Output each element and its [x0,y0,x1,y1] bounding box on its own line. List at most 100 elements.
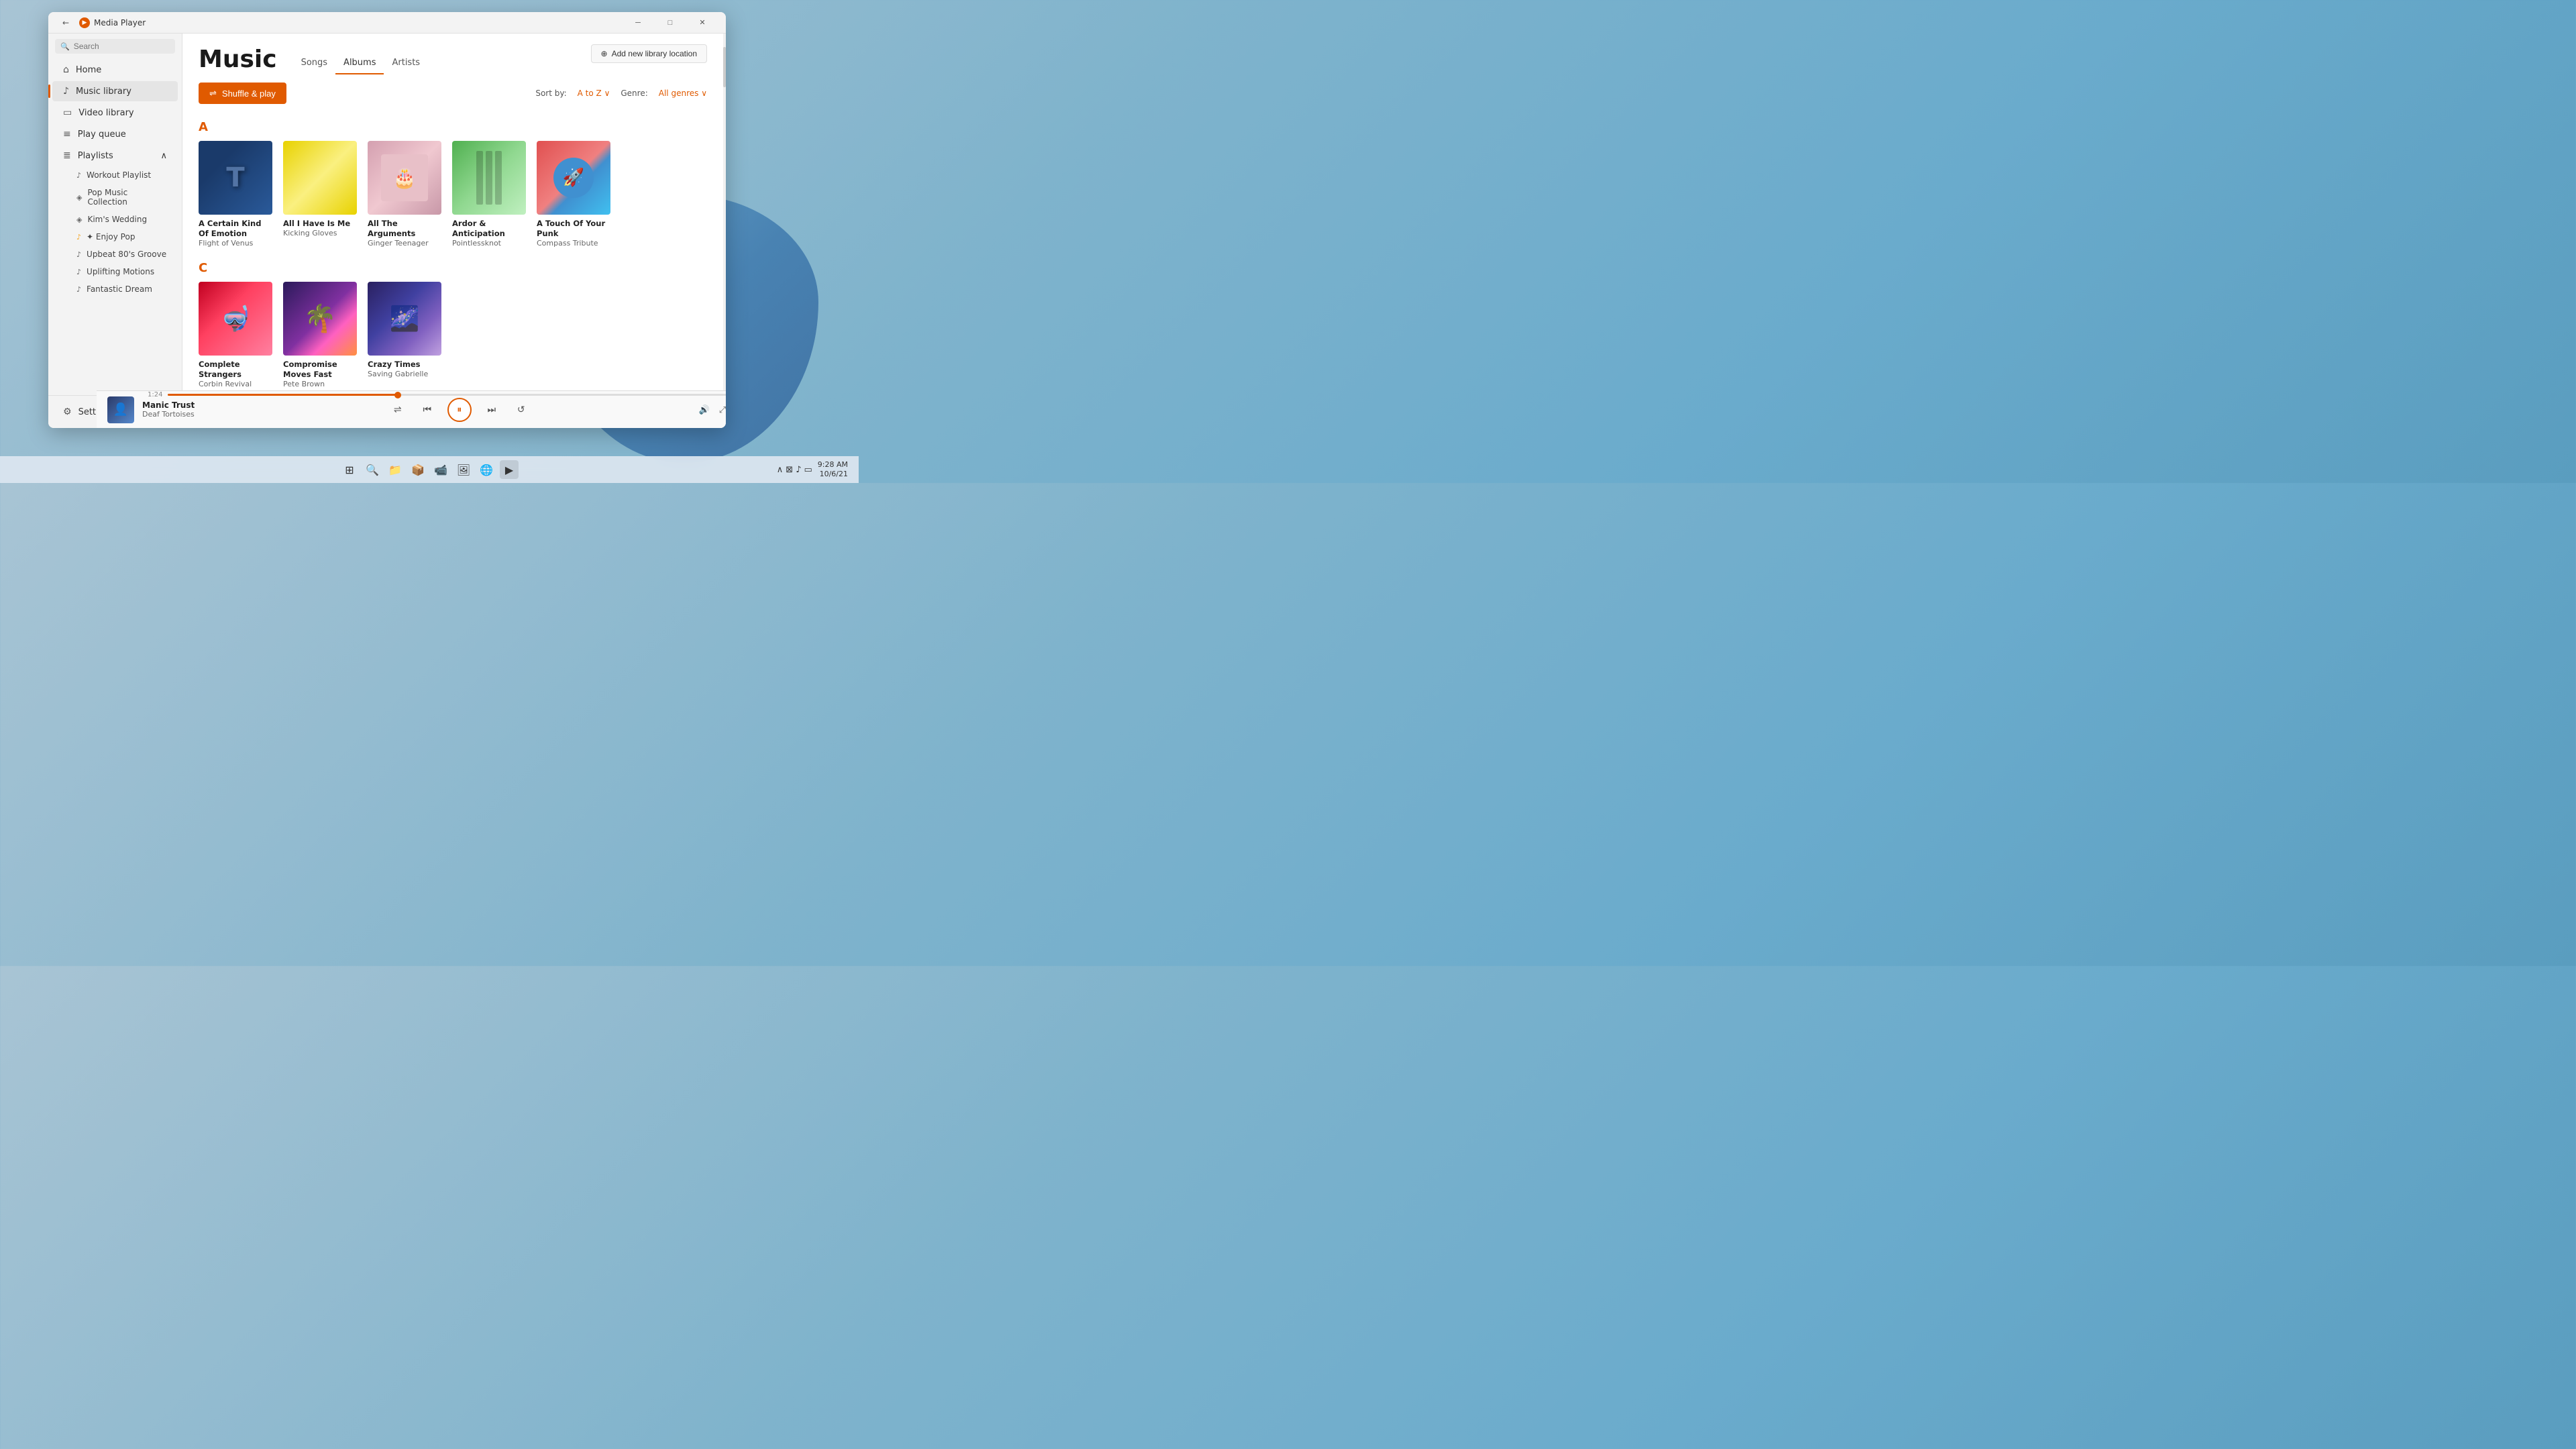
taskbar-files-button[interactable]: 📁 [386,460,405,479]
main-content: Music Songs Albums Artists ⊕ [182,34,723,428]
album-artist-all-i-have: Kicking Gloves [283,229,357,237]
now-playing-art: 👤 [107,396,134,423]
taskbar-date-display: 10/6/21 [818,470,848,479]
battery-icon[interactable]: ▭ [804,465,812,475]
music-icon: ♪ [63,86,69,97]
playlist-item-pop-music[interactable]: ◈ Pop Music Collection [52,184,178,210]
sidebar-item-home[interactable]: ⌂ Home [52,60,178,80]
album-ardor-anticipation[interactable]: Ardor & Anticipation Pointlessknot [452,141,526,248]
expand-button[interactable]: ⤢ [716,402,726,418]
search-input[interactable] [74,42,178,51]
album-thumb-all-the-arguments: 🎂 [368,141,441,215]
taskbar-clock[interactable]: 9:28 AM 10/6/21 [818,460,848,480]
playlists-section-header[interactable]: ≣ Playlists ∧ [52,146,178,166]
taskbar-media-button[interactable]: ▶ [500,460,519,479]
right-scrollbar[interactable] [723,34,726,428]
taskbar-time-display: 9:28 AM [818,460,848,470]
app-icon: ▶ [79,17,90,28]
volume-icon[interactable]: ♪ [796,465,801,475]
repeat-button[interactable]: ↺ [512,400,531,419]
album-a-certain-kind[interactable]: T A Certain Kind Of Emotion Flight of Ve… [199,141,272,248]
taskbar-photos-button[interactable]: 🖼 [454,460,473,479]
playlist-item-uplifting-motions[interactable]: ♪ Uplifting Motions [52,264,178,280]
play-pause-button[interactable]: ⏸ [447,398,472,422]
album-all-i-have[interactable]: All I Have Is Me Kicking Gloves [283,141,357,248]
shuffle-play-button[interactable]: ⇌ Shuffle & play [199,83,286,104]
taskbar-start-button[interactable]: ⊞ [340,460,359,479]
album-complete-strangers[interactable]: 🤿 Complete Strangers Corbin Revival [199,282,272,388]
scrollbar-thumb[interactable] [723,47,726,87]
playlist-item-workout[interactable]: ♪ Workout Playlist [52,167,178,183]
title-area: Music Songs Albums Artists [199,44,428,74]
maximize-button[interactable]: □ [655,12,686,34]
shuffle-button[interactable]: ⇌ [388,400,407,419]
sort-value-button[interactable]: A to Z ∨ [578,89,610,98]
section-a-letter: A [199,120,707,134]
add-library-button[interactable]: ⊕ Add new library location [591,44,707,63]
search-icon: 🔍 [60,42,70,51]
sort-label: Sort by: [535,89,566,98]
album-thumb-a-certain-kind: T [199,141,272,215]
taskbar-edge-button[interactable]: 🌐 [477,460,496,479]
controls-bar: ⇌ Shuffle & play Sort by: A to Z ∨ Genre… [182,74,723,112]
search-box[interactable]: 🔍 [55,39,175,54]
playlists-icon: ≣ [63,150,71,161]
tray-expand-icon[interactable]: ∧ [777,465,784,475]
wifi-icon[interactable]: ⊠ [786,465,793,475]
sidebar-item-music-library[interactable]: ♪ Music library [52,81,178,101]
next-button[interactable]: ⏭ [482,400,501,419]
progress-thumb[interactable] [394,392,401,398]
media-player-window: ← ▶ Media Player ─ □ ✕ 🔍 ⌂ Home ♪ Music … [48,12,726,428]
album-artist-ardor: Pointlessknot [452,239,526,248]
prev-button[interactable]: ⏮ [418,400,437,419]
playlist-star-icon: ♪ [76,233,81,241]
album-art-all-i-have [283,141,357,215]
back-button[interactable]: ← [56,13,75,32]
album-artist-complete-strangers: Corbin Revival [199,380,272,388]
taskbar-store-button[interactable]: 📦 [409,460,427,479]
album-thumb-complete-strangers: 🤿 [199,282,272,356]
album-thumb-ardor [452,141,526,215]
albums-area: A T A Certain Kind Of Emotion Flight of … [182,112,723,428]
playlist-item-kims-wedding[interactable]: ◈ Kim's Wedding [52,211,178,227]
album-art-crazy-times: 🌌 [368,282,441,356]
album-artist-crazy-times: Saving Gabrielle [368,370,441,378]
playlist-item-enjoy-pop[interactable]: ♪ ✦ Enjoy Pop [52,229,178,245]
album-touch-of-punk[interactable]: 🚀 A Touch Of Your Punk Compass Tribute [537,141,610,248]
album-artist-compromise-moves: Pete Brown [283,380,357,388]
taskbar-teams-button[interactable]: 📹 [431,460,450,479]
sidebar-item-play-queue[interactable]: ≡ Play queue [52,124,178,144]
add-library-icon: ⊕ [601,49,608,58]
tab-artists[interactable]: Artists [384,55,428,74]
album-thumb-crazy-times: 🌌 [368,282,441,356]
playlist-fantastic-icon: ♪ [76,285,81,294]
taskbar-search-button[interactable]: 🔍 [363,460,382,479]
sidebar-item-video-library[interactable]: ▭ Video library [52,103,178,123]
playlist-workout-label: Workout Playlist [87,170,151,180]
minimize-button[interactable]: ─ [623,12,653,34]
album-art-complete-strangers: 🤿 [199,282,272,356]
tab-albums[interactable]: Albums [335,55,384,74]
queue-icon: ≡ [63,129,71,140]
volume-button[interactable]: 🔊 [696,402,712,418]
sidebar-item-queue-label: Play queue [78,129,126,140]
album-name-ardor: Ardor & Anticipation [452,219,526,239]
album-art-compromise-moves: 🌴 [283,282,357,356]
album-compromise-moves[interactable]: 🌴 Compromise Moves Fast Pete Brown [283,282,357,388]
playlist-item-upbeat-80s[interactable]: ♪ Upbeat 80's Groove [52,246,178,262]
album-art-touch-of-punk: 🚀 [537,141,610,215]
album-name-compromise-moves: Compromise Moves Fast [283,360,357,380]
genre-value-button[interactable]: All genres ∨ [659,89,707,98]
track-title: Manic Trust [142,400,223,410]
main-topbar: Music Songs Albums Artists ⊕ [182,34,723,74]
album-thumb-compromise-moves: 🌴 [283,282,357,356]
playlist-wedding-icon: ◈ [76,215,82,224]
playlist-item-fantastic-dream[interactable]: ♪ Fantastic Dream [52,281,178,297]
close-button[interactable]: ✕ [687,12,718,34]
album-all-the-arguments[interactable]: 🎂 All The Arguments Ginger Teenager [368,141,441,248]
tab-songs[interactable]: Songs [293,55,335,74]
albums-row-c: 🤿 Complete Strangers Corbin Revival 🌴 C [199,282,707,388]
progress-track[interactable] [168,394,726,396]
sidebar: 🔍 ⌂ Home ♪ Music library ▭ Video library… [48,34,182,428]
album-crazy-times[interactable]: 🌌 Crazy Times Saving Gabrielle [368,282,441,388]
